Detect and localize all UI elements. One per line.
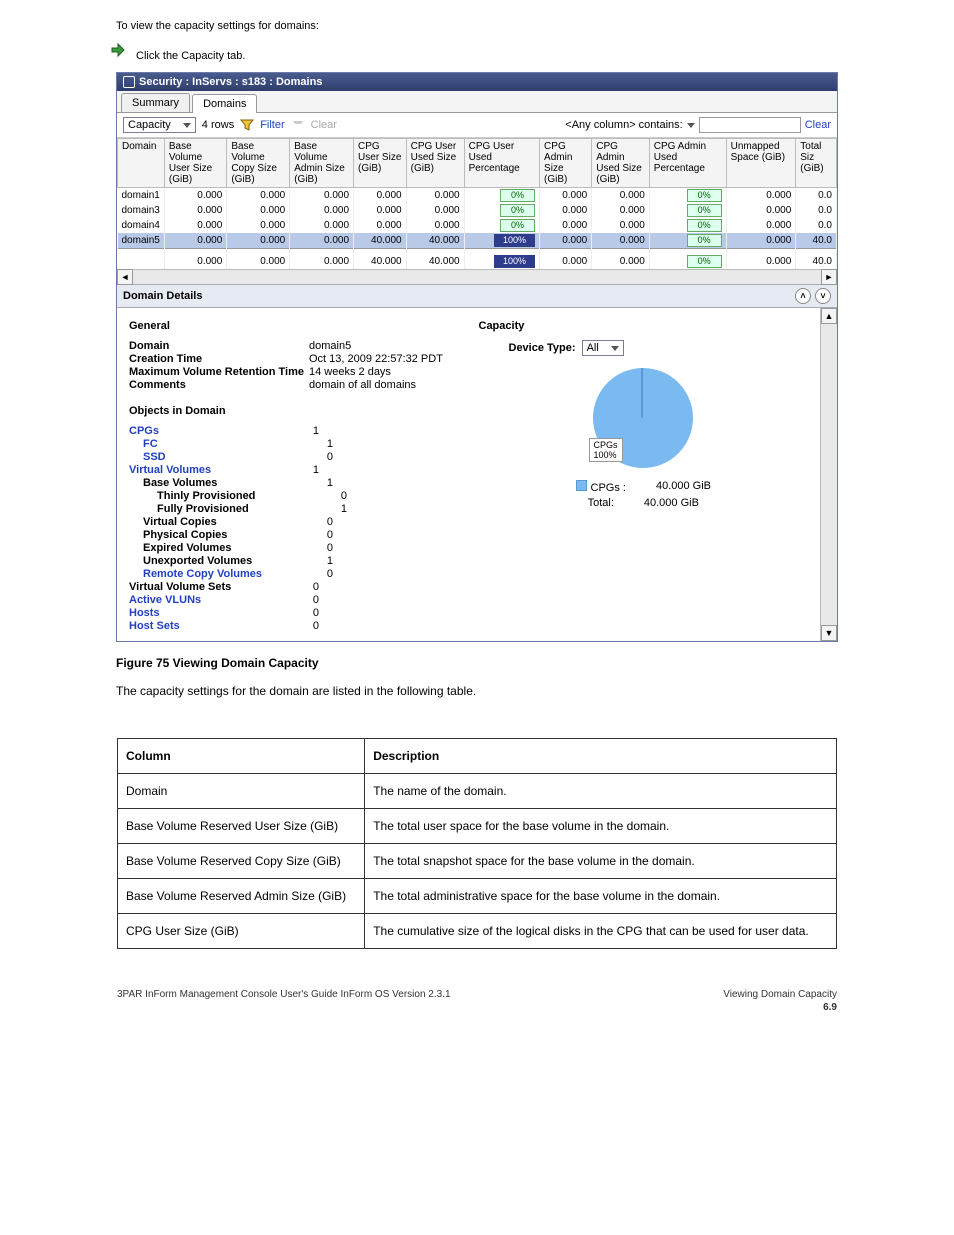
object-label[interactable]: Host Sets — [129, 620, 289, 632]
collapse-up-icon[interactable]: ˄ — [795, 288, 811, 304]
object-label[interactable]: FC — [129, 438, 303, 450]
column-header[interactable]: Base Volume User Size (GiB) — [164, 139, 226, 188]
figure-caption: Figure 75 Viewing Domain Capacity — [116, 656, 954, 670]
column-header[interactable]: Base Volume Admin Size (GiB) — [290, 139, 354, 188]
chevron-down-icon — [611, 346, 619, 351]
object-label[interactable]: SSD — [129, 451, 303, 463]
object-label[interactable]: Active VLUNs — [129, 594, 289, 606]
column-header[interactable]: Base Volume Copy Size (GiB) — [227, 139, 290, 188]
tab-summary[interactable]: Summary — [121, 93, 190, 112]
scroll-down-icon[interactable]: ▼ — [821, 625, 837, 641]
table-row: Base Volume Reserved User Size (GiB)The … — [118, 809, 837, 844]
table-row[interactable]: domain10.0000.0000.0000.0000.0000%0.0000… — [118, 188, 837, 204]
scroll-up-icon[interactable]: ▲ — [821, 308, 837, 324]
column-header[interactable]: Total Siz (GiB) — [796, 139, 837, 188]
table-row: DomainThe name of the domain. — [118, 774, 837, 809]
details-header: Domain Details ˄ ˅ — [117, 284, 837, 308]
column-header[interactable]: CPG Admin Used Size (GiB) — [592, 139, 650, 188]
device-type-label: Device Type: — [509, 342, 576, 354]
capacity-heading: Capacity — [479, 320, 809, 332]
object-label: Unexported Volumes — [129, 555, 303, 567]
general-heading: General — [129, 320, 459, 332]
table-row: Base Volume Reserved Copy Size (GiB)The … — [118, 844, 837, 879]
object-label: Physical Copies — [129, 529, 303, 541]
chevron-down-icon[interactable] — [687, 123, 695, 128]
table-row[interactable]: domain50.0000.0000.00040.00040.000100%0.… — [118, 233, 837, 249]
column-header[interactable]: CPG User Size (GiB) — [354, 139, 407, 188]
device-type-select[interactable]: All — [582, 340, 624, 356]
post-text: The capacity settings for the domain are… — [116, 684, 954, 698]
clear-filter-link: Clear — [311, 119, 337, 131]
step-text: Click the Capacity tab. — [136, 50, 954, 62]
search-input[interactable] — [699, 117, 801, 133]
table-row[interactable]: domain40.0000.0000.0000.0000.0000%0.0000… — [118, 218, 837, 233]
tab-strip: Summary Domains — [117, 91, 837, 113]
column-header[interactable]: Unmapped Space (GiB) — [726, 139, 796, 188]
row-count: 4 rows — [202, 119, 234, 131]
object-label: Thinly Provisioned — [129, 490, 317, 502]
object-label: Expired Volumes — [129, 542, 303, 554]
pre-text: To view the capacity settings for domain… — [116, 20, 954, 32]
object-label[interactable]: CPGs — [129, 425, 289, 437]
view-selector[interactable]: Capacity — [123, 117, 196, 133]
table-row: CPG User Size (GiB)The cumulative size o… — [118, 914, 837, 949]
table-row[interactable]: domain30.0000.0000.0000.0000.0000%0.0000… — [118, 203, 837, 218]
page-number: 6.9 — [823, 1002, 837, 1013]
object-label: Base Volumes — [129, 477, 303, 489]
window-title-bar: Security : InServs : s183 : Domains — [117, 73, 837, 91]
app-window: Security : InServs : s183 : Domains Summ… — [116, 72, 838, 642]
object-label: Virtual Volume Sets — [129, 581, 289, 593]
filter-link[interactable]: Filter — [260, 119, 284, 131]
clear-filter-icon — [291, 118, 305, 132]
step-arrow-icon — [110, 42, 126, 58]
table-row: Base Volume Reserved Admin Size (GiB)The… — [118, 879, 837, 914]
pie-legend: CPGs100% — [589, 438, 623, 462]
column-header[interactable]: CPG User Used Size (GiB) — [406, 139, 464, 188]
object-label[interactable]: Remote Copy Volumes — [129, 568, 303, 580]
description-table: ColumnDescription DomainThe name of the … — [117, 738, 837, 949]
data-grid[interactable]: DomainBase Volume User Size (GiB)Base Vo… — [117, 138, 837, 269]
column-header[interactable]: CPG Admin Used Percentage — [649, 139, 726, 188]
chevron-down-icon — [183, 123, 191, 128]
object-label: Virtual Copies — [129, 516, 303, 528]
scroll-right-icon[interactable]: ► — [821, 269, 837, 285]
scroll-left-icon[interactable]: ◄ — [117, 269, 133, 285]
window-title: Security : InServs : s183 : Domains — [139, 76, 322, 88]
table-row[interactable]: 0.0000.0000.00040.00040.000100%0.0000.00… — [118, 249, 837, 270]
page-footer: 3PAR InForm Management Console User's Gu… — [117, 989, 837, 1000]
filter-icon[interactable] — [240, 118, 254, 132]
clear-search-link[interactable]: Clear — [805, 119, 831, 131]
toolbar: Capacity 4 rows Filter Clear <Any column… — [117, 113, 837, 138]
objects-heading: Objects in Domain — [129, 405, 459, 417]
column-header[interactable]: CPG User Used Percentage — [464, 139, 539, 188]
column-header[interactable]: CPG Admin Size (GiB) — [540, 139, 592, 188]
object-label[interactable]: Virtual Volumes — [129, 464, 289, 476]
object-label: Fully Provisioned — [129, 503, 317, 515]
collapse-down-icon[interactable]: ˅ — [815, 288, 831, 304]
horizontal-scrollbar[interactable]: ◄ ► — [117, 269, 837, 284]
column-header[interactable]: Domain — [118, 139, 165, 188]
object-label[interactable]: Hosts — [129, 607, 289, 619]
search-label: <Any column> contains: — [565, 119, 682, 131]
tab-domains[interactable]: Domains — [192, 94, 257, 113]
vertical-scrollbar[interactable]: ▲ ▼ — [820, 308, 837, 641]
details-pane: General Domaindomain5Creation TimeOct 13… — [117, 308, 820, 641]
lock-icon — [123, 76, 135, 88]
